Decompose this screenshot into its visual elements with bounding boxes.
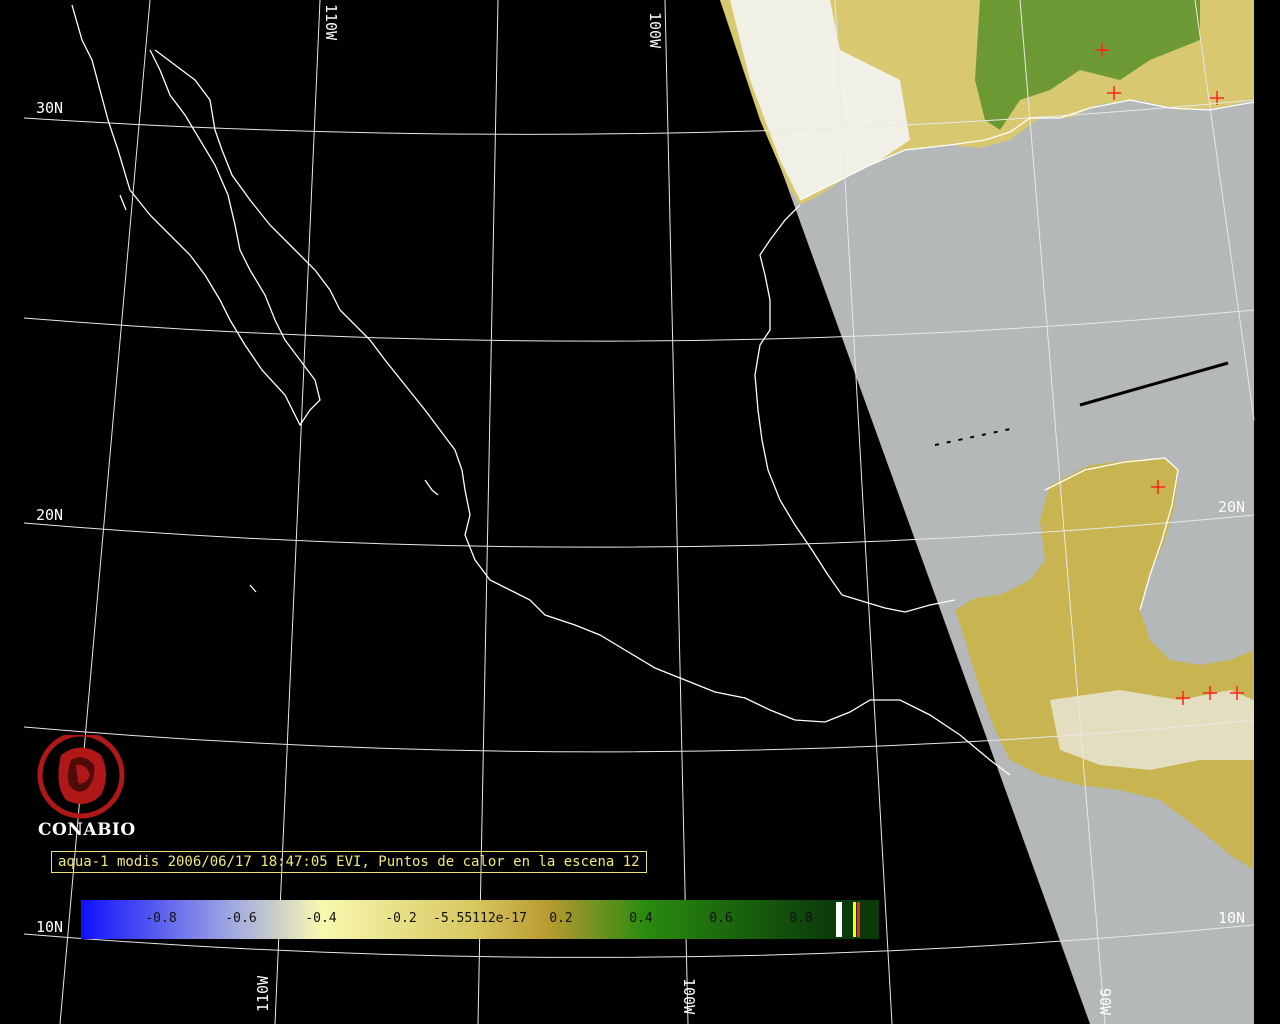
colorbar-tick: 0.4 [629,911,653,926]
colorbar-tick: 0.6 [709,911,733,926]
colorbar-tick: 0.2 [549,911,573,926]
lat-label-20n: 20N [36,506,63,524]
colorbar-tick: 0.8 [789,911,813,926]
lon-label-100w-top: 100W [646,12,664,49]
scene-caption: aqua-1 modis 2006/06/17 18:47:05 EVI, Pu… [51,851,647,873]
lat-label-10n-east: 10N [1218,909,1245,927]
colorbar-tick: -0.4 [305,911,337,926]
colorbar-tick: -0.6 [225,911,257,926]
colorbar-tick: -0.2 [385,911,417,926]
lat-label-30n: 30N [36,99,63,117]
lat-label-10n: 10N [36,918,63,936]
lon-label-110w-top: 110W [322,4,340,41]
colorbar-tick: -5.55112e-17 [433,911,527,926]
lon-label-90w-bottom: 90W [1096,988,1114,1016]
lat-label-20n-east: 20N [1218,498,1245,516]
logo-text: CONABIO [38,820,136,840]
colorbar-tick: -0.8 [145,911,177,926]
lon-label-110w-bottom: 110W [254,975,272,1012]
colorbar-ticks: -0.8 -0.6 -0.4 -0.2 -5.55112e-17 0.2 0.4… [81,900,879,939]
map-viewer: 30N 20N 10N 20N 10N 110W 100W 110W 100W … [0,0,1280,1024]
lon-label-100w-bottom: 100W [680,978,698,1015]
